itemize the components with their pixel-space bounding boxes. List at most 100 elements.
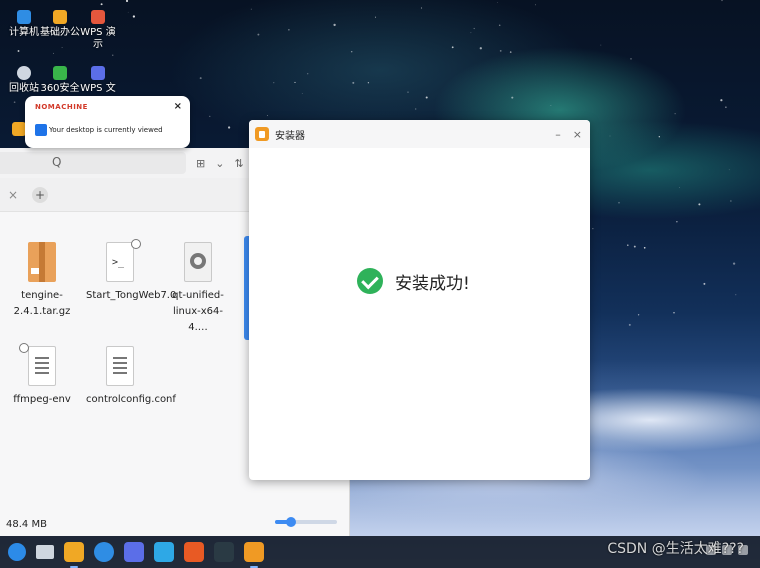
- desktop-icon-wps-writer[interactable]: WPS 文: [76, 66, 120, 95]
- desktop-icon-label: WPS 文: [80, 83, 116, 94]
- executable-icon: [184, 242, 212, 282]
- browser-icon[interactable]: [94, 542, 114, 562]
- star: [497, 2, 498, 3]
- zoom-slider-handle[interactable]: [285, 517, 296, 527]
- star: [415, 108, 417, 110]
- star: [350, 50, 353, 53]
- star: [609, 135, 611, 137]
- star: [600, 44, 602, 46]
- star: [199, 77, 202, 80]
- notification-message: Your desktop is currently viewed: [49, 126, 163, 134]
- wps-writer-icon: [91, 66, 105, 80]
- file-manager-icon[interactable]: [64, 542, 84, 568]
- search-input[interactable]: Q: [0, 152, 186, 174]
- star: [407, 91, 409, 93]
- star: [470, 32, 472, 34]
- star: [673, 312, 675, 314]
- zoom-slider[interactable]: [275, 517, 337, 527]
- close-icon[interactable]: ×: [174, 101, 182, 112]
- file-name: tengine-2.4.1.tar.gz: [13, 290, 71, 317]
- browser-360-icon: [53, 66, 67, 80]
- star: [730, 200, 732, 202]
- star: [735, 294, 737, 296]
- grid-view-icon[interactable]: ⊞: [196, 157, 205, 170]
- star: [725, 106, 727, 108]
- desktop-icon-label: WPS 演示: [80, 27, 116, 50]
- file-name: qt-unified-linux-x64-4.…: [172, 290, 224, 333]
- star: [627, 244, 629, 246]
- star: [301, 93, 303, 94]
- star: [732, 262, 736, 265]
- star: [13, 101, 16, 104]
- star: [425, 96, 428, 99]
- checkmark-icon: [357, 268, 383, 294]
- desktop-icon-wps-presentation[interactable]: WPS 演示: [76, 10, 120, 51]
- star: [618, 201, 620, 204]
- file-name: controlconfig.conf: [86, 394, 176, 405]
- success-message: 安装成功!: [357, 268, 470, 294]
- file-item[interactable]: qt-unified-linux-x64-4.…: [164, 242, 232, 336]
- star: [676, 221, 678, 223]
- star: [643, 246, 646, 249]
- document-icon: [106, 346, 134, 386]
- office-icon: [53, 10, 67, 24]
- star: [499, 49, 502, 52]
- star: [509, 51, 512, 53]
- wps-writer-icon[interactable]: [124, 542, 144, 562]
- close-tab-icon[interactable]: ×: [8, 188, 18, 202]
- star: [628, 323, 631, 326]
- star: [550, 105, 552, 106]
- sort-icon[interactable]: ⇅: [234, 157, 243, 170]
- archive-icon: [28, 242, 56, 282]
- star: [698, 203, 701, 206]
- minimize-button[interactable]: –: [555, 128, 561, 141]
- star: [61, 47, 63, 48]
- file-item[interactable]: tengine-2.4.1.tar.gz: [8, 242, 76, 320]
- star: [307, 73, 309, 75]
- success-text: 安装成功!: [395, 273, 470, 294]
- dialog-titlebar: 安装器 – ×: [249, 120, 590, 148]
- installer-icon: [255, 127, 269, 141]
- file-item[interactable]: controlconfig.conf: [86, 346, 176, 408]
- desktop-icon-folder[interactable]: [12, 122, 26, 139]
- star: [479, 47, 482, 50]
- installer-dialog: 安装器 – × 安装成功!: [249, 120, 590, 480]
- star: [374, 16, 377, 18]
- star: [679, 187, 680, 188]
- nomachine-icon[interactable]: [184, 542, 204, 562]
- file-item[interactable]: ffmpeg-env: [8, 343, 76, 408]
- installer-icon[interactable]: [244, 542, 264, 568]
- star: [227, 126, 231, 129]
- nomachine-icon: [35, 124, 47, 136]
- start-icon[interactable]: [8, 543, 26, 561]
- star: [511, 96, 514, 99]
- search-icon: Q: [52, 155, 62, 169]
- star: [420, 7, 423, 9]
- close-button[interactable]: ×: [573, 128, 582, 141]
- star: [367, 82, 370, 84]
- star: [209, 115, 211, 117]
- show-desktop-icon[interactable]: [36, 545, 54, 559]
- star: [333, 23, 336, 27]
- script-icon: >_: [106, 239, 141, 282]
- star: [125, 0, 129, 3]
- remote-desktop-notification: NOMACHINE × Your desktop is currently vi…: [25, 96, 190, 148]
- star: [17, 50, 20, 52]
- star: [674, 113, 676, 115]
- star: [658, 136, 660, 138]
- terminal-icon[interactable]: [214, 542, 234, 562]
- star: [473, 27, 475, 30]
- dialog-title: 安装器: [275, 130, 305, 142]
- star: [132, 15, 136, 18]
- watermark: CSDN @生活太难???: [607, 541, 744, 557]
- software-center-icon[interactable]: [154, 542, 174, 562]
- star: [630, 58, 632, 60]
- chevron-down-icon[interactable]: ⌄: [215, 157, 224, 170]
- add-tab-button[interactable]: +: [32, 186, 49, 203]
- star: [127, 11, 129, 13]
- file-item[interactable]: >_ Start_TongWeb7.0: [86, 239, 176, 304]
- star: [250, 8, 252, 10]
- status-size: 48.4 MB: [6, 519, 47, 530]
- star: [721, 0, 723, 2]
- star: [273, 82, 275, 84]
